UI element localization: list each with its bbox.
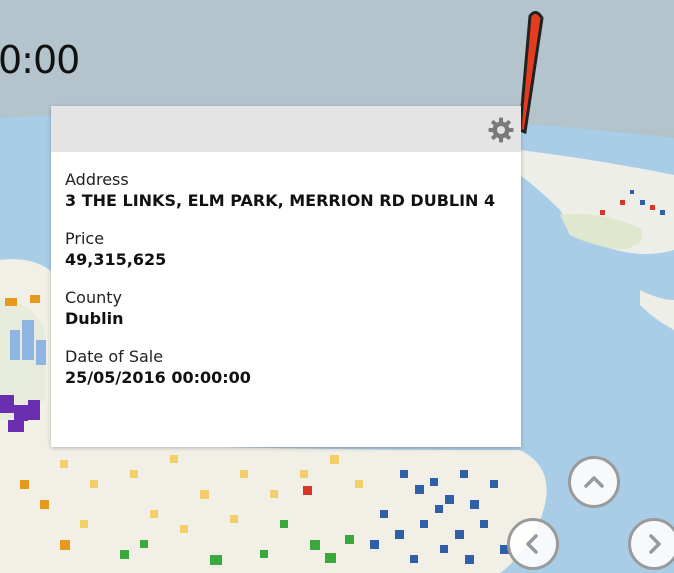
card-header bbox=[51, 106, 521, 152]
tilt-up-button[interactable] bbox=[568, 456, 620, 508]
chevron-left-icon bbox=[526, 534, 538, 554]
rotate-right-button[interactable] bbox=[628, 518, 674, 570]
county-label: County bbox=[65, 288, 122, 307]
county-value: Dublin bbox=[65, 309, 124, 328]
date-of-sale-value: 25/05/2016 00:00:00 bbox=[65, 368, 251, 387]
address-label: Address bbox=[65, 170, 129, 189]
gear-icon[interactable] bbox=[487, 116, 515, 144]
date-of-sale-label: Date of Sale bbox=[65, 347, 164, 366]
field-county: County Dublin bbox=[65, 288, 507, 330]
card-body: Address 3 THE LINKS, ELM PARK, MERRION R… bbox=[51, 152, 521, 389]
data-card-tooltip: Address 3 THE LINKS, ELM PARK, MERRION R… bbox=[51, 106, 521, 447]
timestamp-label: 0:00 bbox=[0, 38, 80, 82]
rotate-left-button[interactable] bbox=[507, 518, 559, 570]
field-price: Price 49,315,625 bbox=[65, 229, 507, 271]
price-label: Price bbox=[65, 229, 105, 248]
chevron-up-icon bbox=[584, 476, 604, 488]
chevron-right-icon bbox=[649, 534, 661, 554]
price-value: 49,315,625 bbox=[65, 250, 167, 269]
field-address: Address 3 THE LINKS, ELM PARK, MERRION R… bbox=[65, 170, 507, 212]
address-value: 3 THE LINKS, ELM PARK, MERRION RD DUBLIN… bbox=[65, 191, 496, 210]
field-date-of-sale: Date of Sale 25/05/2016 00:00:00 bbox=[65, 347, 507, 389]
